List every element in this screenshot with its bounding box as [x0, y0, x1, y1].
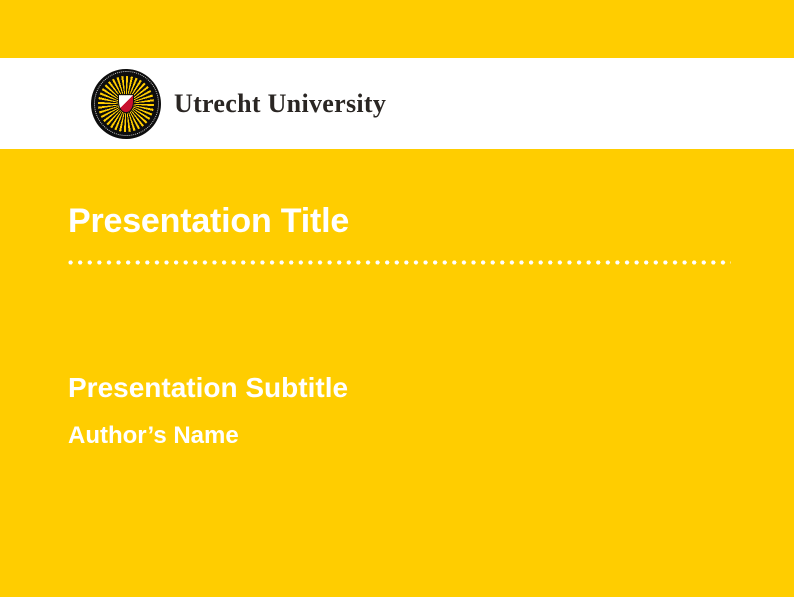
- dotted-separator: [68, 260, 731, 265]
- presentation-subtitle: Presentation Subtitle: [68, 373, 794, 404]
- utrecht-university-seal-icon: [91, 69, 161, 139]
- top-accent-band: [0, 0, 794, 58]
- university-wordmark: Utrecht University: [174, 89, 386, 119]
- author-name: Author’s Name: [68, 423, 794, 449]
- slide-body: Presentation Title Presentation Subtitle…: [0, 149, 794, 450]
- title-slide: Utrecht University Presentation Title Pr…: [0, 0, 794, 597]
- presentation-title: Presentation Title: [68, 204, 794, 240]
- header-band: Utrecht University: [0, 58, 794, 149]
